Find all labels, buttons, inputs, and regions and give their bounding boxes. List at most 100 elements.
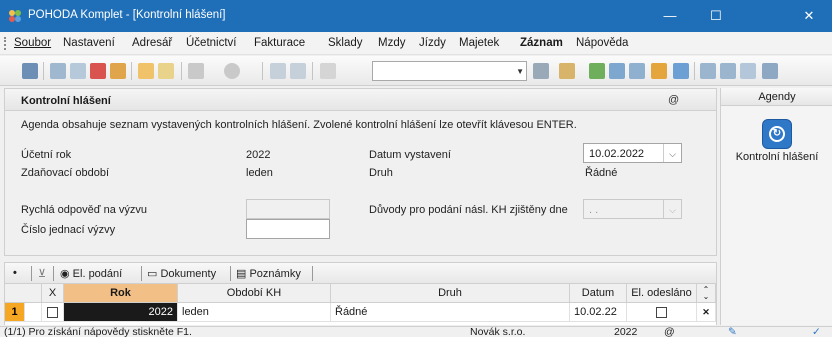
grid-corner-header [5, 284, 42, 303]
filter-icon[interactable]: ⊻ [38, 267, 46, 280]
toolbar-separator [181, 62, 182, 80]
people-icon[interactable] [651, 63, 667, 79]
agendy-header: Agendy [721, 88, 832, 106]
menu-grip [4, 37, 6, 50]
tab-poznamky[interactable]: ▤ Poznámky [236, 267, 301, 280]
menu-sklady[interactable]: Sklady [328, 37, 363, 49]
record-icon[interactable] [224, 63, 240, 79]
help-icon[interactable] [762, 63, 778, 79]
copy-icon[interactable] [320, 63, 336, 79]
title-bar: POHODA Komplet - [Kontrolní hlášení] — ☐… [0, 0, 832, 32]
cell-druh[interactable]: Řádné [331, 303, 570, 322]
pdf-icon[interactable] [90, 63, 106, 79]
rychla-odpoved-field[interactable] [246, 199, 330, 219]
disc-icon: ◉ [60, 268, 70, 280]
scroll-up-icon[interactable]: ⌃ ⌄ [697, 284, 716, 303]
duvody-date-field[interactable]: . . ⌵ [583, 199, 682, 219]
row-checkbox-cell[interactable] [42, 303, 64, 322]
check-icon[interactable] [158, 63, 174, 79]
minimize-button[interactable]: — [647, 0, 693, 32]
panel-description: Agenda obsahuje seznam vystavených kontr… [21, 119, 577, 131]
druh-label: Druh [369, 167, 393, 179]
grid-header-druh[interactable]: Druh [331, 284, 570, 303]
filter-combo[interactable]: ▼ [372, 61, 527, 81]
save-all-icon[interactable] [290, 63, 306, 79]
zdanovaci-obdobi-label: Zdaňovací období [21, 167, 110, 179]
grid-header-rok[interactable]: Rok [64, 284, 178, 303]
menu-napoveda[interactable]: Nápověda [576, 37, 628, 49]
at-icon[interactable]: @ [668, 94, 679, 106]
close-small-icon[interactable]: ✕ [697, 303, 716, 322]
menu-jizdy[interactable]: Jízdy [419, 37, 446, 49]
toolbar-separator [131, 62, 132, 80]
chevron-down-icon[interactable]: ⌵ [663, 144, 681, 162]
tab-el-podani-label: El. podání [72, 268, 123, 280]
row-index: 1 [5, 303, 25, 322]
bank-icon[interactable] [673, 63, 689, 79]
report-icon[interactable] [22, 63, 38, 79]
menu-zaznam[interactable]: Záznam [520, 37, 563, 49]
note-icon[interactable] [559, 63, 575, 79]
agendy-panel: Agendy ↻ Kontrolní hlášení [720, 88, 832, 325]
menu-fakturace[interactable]: Fakturace [254, 37, 305, 49]
tab-dokumenty[interactable]: ▭ Dokumenty [147, 267, 216, 280]
grid-header-x[interactable]: X [42, 284, 64, 303]
chevron-down-icon: ▼ [516, 67, 524, 76]
cell-datum[interactable]: 10.02.22 [570, 303, 627, 322]
tab-separator [141, 266, 142, 281]
export-icon[interactable] [110, 63, 126, 79]
filter-icon[interactable] [533, 63, 549, 79]
chevron-down-icon[interactable]: ⌵ [663, 200, 681, 218]
toolbar-separator [43, 62, 44, 80]
menu-soubor[interactable]: Soubor [14, 37, 51, 49]
window-icon[interactable] [700, 63, 716, 79]
cell-rok[interactable]: 2022 [64, 303, 178, 322]
menu-majetek[interactable]: Majetek [459, 37, 499, 49]
panel-title: Kontrolní hlášení [21, 95, 111, 107]
grid-header-el-odeslano[interactable]: El. odesláno [627, 284, 697, 303]
print-preview-icon[interactable] [70, 63, 86, 79]
status-year: 2022 [614, 326, 638, 337]
agendy-item-kontrolni-hlaseni[interactable]: Kontrolní hlášení [721, 151, 832, 163]
rychla-odpoved-label: Rychlá odpověď na výzvu [21, 204, 147, 216]
records-grid: X Rok Období KH Druh Datum El. odesláno … [4, 284, 717, 325]
tab-separator [31, 266, 32, 281]
folder-icon: ▭ [147, 268, 158, 280]
grid-header-datum[interactable]: Datum [570, 284, 627, 303]
star-marker[interactable]: • [13, 267, 17, 279]
tab-separator [230, 266, 231, 281]
cell-el-odeslano[interactable] [627, 303, 697, 322]
print-icon[interactable] [50, 63, 66, 79]
calculator-icon[interactable] [609, 63, 625, 79]
note-icon: ▤ [236, 268, 247, 280]
cislo-jednaci-field[interactable] [246, 219, 330, 239]
close-button[interactable]: ✕ [786, 0, 832, 32]
window2-icon[interactable] [720, 63, 736, 79]
menu-bar: Soubor Nastavení Adresář Účetnictví Fakt… [0, 32, 832, 55]
menu-mzdy[interactable]: Mzdy [378, 37, 405, 49]
duvody-label: Důvody pro podání násl. KH zjištěny dne [369, 204, 568, 216]
datum-vystaveni-field[interactable]: 10.02.2022 ⌵ [583, 143, 682, 163]
tag-icon[interactable] [589, 63, 605, 79]
el-odeslano-checkbox[interactable] [656, 306, 667, 318]
new-record-icon[interactable] [138, 63, 154, 79]
calendar-icon[interactable] [629, 63, 645, 79]
zdanovaci-obdobi-value: leden [246, 167, 273, 179]
tab-el-podani[interactable]: ◉ El. podání [60, 267, 122, 280]
menu-ucetnictvi[interactable]: Účetnictví [186, 37, 237, 49]
cell-obdobi[interactable]: leden [178, 303, 331, 322]
tab-dokumenty-label: Dokumenty [160, 268, 217, 280]
menu-adresar[interactable]: Adresář [132, 37, 172, 49]
back-icon[interactable] [188, 63, 204, 79]
kontrolni-hlaseni-icon[interactable]: ↻ [762, 119, 792, 149]
grid-header-obdobi[interactable]: Období KH [178, 284, 331, 303]
cislo-jednaci-label: Číslo jednací výzvy [21, 224, 116, 236]
menu-nastaveni[interactable]: Nastavení [63, 37, 115, 49]
toolbar-separator [262, 62, 263, 80]
layout-icon[interactable] [740, 63, 756, 79]
row-checkbox[interactable] [47, 306, 58, 318]
save-icon[interactable] [270, 63, 286, 79]
maximize-button[interactable]: ☐ [693, 0, 739, 32]
panel-header: Kontrolní hlášení @ [5, 89, 716, 111]
window-title: POHODA Komplet - [Kontrolní hlášení] [28, 9, 226, 21]
